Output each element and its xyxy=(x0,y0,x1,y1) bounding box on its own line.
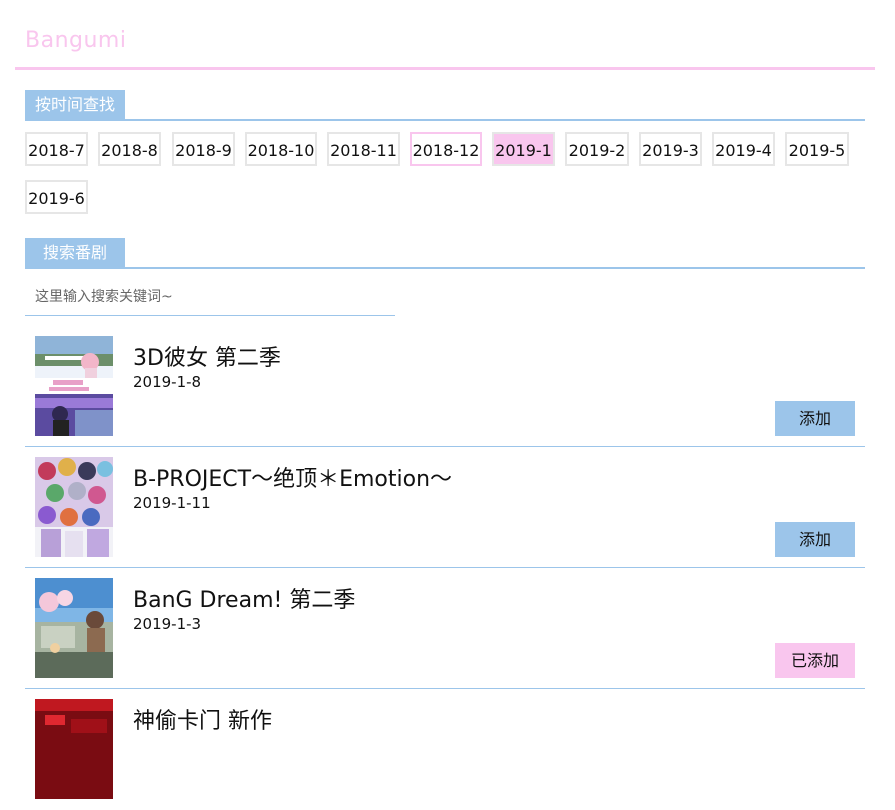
search-section-title: 搜索番剧 xyxy=(25,238,126,267)
time-section-title: 按时间查找 xyxy=(25,90,126,119)
time-section-header: 按时间查找 xyxy=(25,90,865,121)
list-item: B-PROJECT～绝顶＊Emotion～ 2019-1-11 添加 xyxy=(25,447,865,568)
brand-logo[interactable]: Bangumi xyxy=(25,28,126,53)
app-header: Bangumi xyxy=(15,0,875,70)
search-input[interactable] xyxy=(25,282,395,312)
anime-date: 2019-1-11 xyxy=(133,494,211,512)
add-button[interactable]: 添加 xyxy=(775,522,855,557)
month-button-2019-1[interactable]: 2019-1 xyxy=(492,132,555,166)
list-item: 神偷卡门 新作 xyxy=(25,689,865,810)
anime-title[interactable]: BanG Dream! 第二季 xyxy=(133,582,355,614)
month-button-2018-11[interactable]: 2018-11 xyxy=(327,132,400,166)
added-button[interactable]: 已添加 xyxy=(775,643,855,678)
month-button-2018-10[interactable]: 2018-10 xyxy=(245,132,317,166)
anime-title[interactable]: 3D彼女 第二季 xyxy=(133,340,281,372)
search-section-header: 搜索番剧 xyxy=(25,238,865,269)
add-button[interactable]: 添加 xyxy=(775,401,855,436)
anime-poster-thumbnail[interactable] xyxy=(35,699,113,799)
month-button-2018-12[interactable]: 2018-12 xyxy=(410,132,482,166)
month-button-2018-8[interactable]: 2018-8 xyxy=(98,132,161,166)
anime-date: 2019-1-3 xyxy=(133,615,202,633)
month-button-2019-2[interactable]: 2019-2 xyxy=(565,132,629,166)
anime-poster-thumbnail[interactable] xyxy=(35,457,113,557)
anime-poster-thumbnail[interactable] xyxy=(35,578,113,678)
month-button-2019-6[interactable]: 2019-6 xyxy=(25,180,88,214)
anime-title[interactable]: 神偷卡门 新作 xyxy=(133,703,272,735)
anime-title[interactable]: B-PROJECT～绝顶＊Emotion～ xyxy=(133,461,452,493)
month-button-2018-9[interactable]: 2018-9 xyxy=(172,132,235,166)
list-item: 3D彼女 第二季 2019-1-8 添加 xyxy=(25,326,865,447)
month-button-2018-7[interactable]: 2018-7 xyxy=(25,132,88,166)
list-item: BanG Dream! 第二季 2019-1-3 已添加 xyxy=(25,568,865,689)
anime-poster-thumbnail[interactable] xyxy=(35,336,113,436)
month-button-2019-4[interactable]: 2019-4 xyxy=(712,132,775,166)
month-button-2019-3[interactable]: 2019-3 xyxy=(639,132,702,166)
month-button-2019-5[interactable]: 2019-5 xyxy=(785,132,849,166)
search-field xyxy=(25,282,395,316)
anime-date: 2019-1-8 xyxy=(133,373,202,391)
